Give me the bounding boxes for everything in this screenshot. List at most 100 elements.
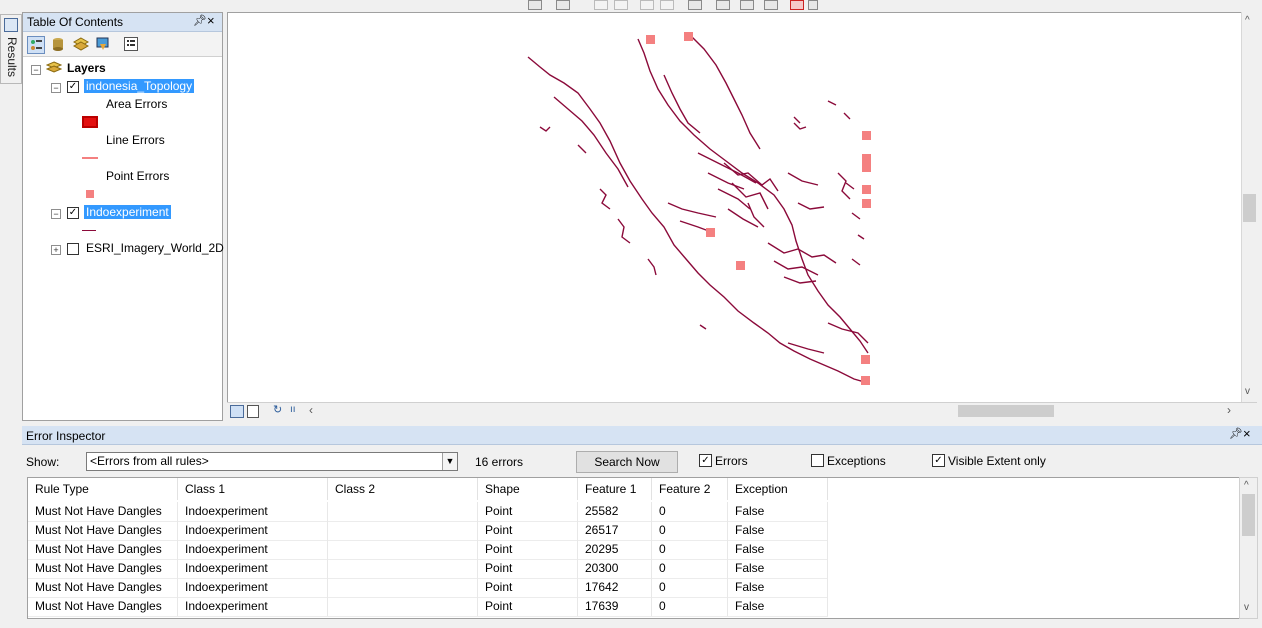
list-by-source-icon[interactable]: [50, 36, 66, 52]
layout-view-icon[interactable]: [247, 405, 259, 418]
close-icon[interactable]: ×: [1243, 426, 1251, 441]
fix-topology-error-icon[interactable]: [764, 0, 778, 10]
column-header[interactable]: Class 2: [328, 478, 478, 500]
table-scroll-thumb[interactable]: [1242, 494, 1255, 536]
class2-cell: [328, 578, 478, 597]
layer-name-indoexperiment[interactable]: Indoexperiment: [84, 205, 171, 219]
rule-type-cell: Must Not Have Dangles: [28, 502, 178, 521]
layers-collapse-toggle[interactable]: −: [31, 65, 41, 75]
map-vertical-scrollbar[interactable]: ^ v: [1241, 12, 1258, 402]
exception-cell: False: [728, 540, 828, 559]
scroll-up-icon[interactable]: ^: [1245, 15, 1250, 26]
chevron-down-icon[interactable]: ▼: [442, 453, 457, 470]
scroll-left-icon[interactable]: ‹: [309, 403, 313, 417]
layer-visibility-checkbox[interactable]: [67, 243, 79, 255]
exceptions-checkbox-label: Exceptions: [827, 454, 886, 468]
error-inspector-title-bar: Error Inspector 📌︎ ×: [22, 426, 1262, 445]
map-bottom-bar: ↻ ıı ‹ ›: [227, 402, 1257, 419]
table-vertical-scrollbar[interactable]: ^ v: [1239, 477, 1258, 619]
pause-drawing-icon[interactable]: ıı: [290, 404, 296, 415]
horizontal-scroll-thumb[interactable]: [958, 405, 1054, 417]
feature2-cell: 0: [652, 540, 728, 559]
error-inspector-icon[interactable]: [790, 0, 804, 10]
visible-extent-checkbox[interactable]: ✓: [932, 454, 945, 467]
feature2-cell: 0: [652, 502, 728, 521]
map-view[interactable]: [227, 12, 1243, 404]
data-view-icon[interactable]: [230, 405, 244, 418]
feature2-cell: 0: [652, 521, 728, 540]
map-canvas[interactable]: [228, 13, 1242, 403]
line-feature-swatch: [82, 230, 96, 231]
shape-cell: Point: [478, 597, 578, 616]
table-row[interactable]: Must Not Have Dangles Indoexperiment Poi…: [28, 597, 828, 617]
layers-root-label[interactable]: Layers: [67, 61, 106, 75]
planarize-icon[interactable]: [660, 0, 674, 10]
vertical-scroll-thumb[interactable]: [1243, 194, 1256, 222]
construct-features-icon[interactable]: [640, 0, 654, 10]
column-header[interactable]: Feature 1: [578, 478, 652, 500]
column-header[interactable]: Class 1: [178, 478, 328, 500]
show-label: Show:: [26, 455, 60, 469]
exception-cell: False: [728, 521, 828, 540]
feature1-cell: 26517: [578, 521, 652, 540]
pin-icon[interactable]: 📌︎: [1229, 427, 1243, 440]
toolbar-overflow-icon[interactable]: [808, 0, 818, 10]
feature1-cell: 17639: [578, 597, 652, 616]
list-by-visibility-icon[interactable]: [72, 36, 90, 52]
layer-name-imagery[interactable]: ESRI_Imagery_World_2D: [86, 241, 224, 255]
rule-type-cell: Must Not Have Dangles: [28, 521, 178, 540]
rule-filter-value: <Errors from all rules>: [90, 454, 209, 468]
top-toolbar: [0, 0, 1262, 10]
table-row[interactable]: Must Not Have Dangles Indoexperiment Poi…: [28, 578, 828, 598]
topology-edit-icon[interactable]: [594, 0, 608, 10]
search-now-button[interactable]: Search Now: [576, 451, 678, 473]
visible-extent-checkbox-label: Visible Extent only: [948, 454, 1046, 468]
list-by-drawing-order-icon[interactable]: [27, 36, 45, 54]
column-header[interactable]: Shape: [478, 478, 578, 500]
select-elements-icon[interactable]: [528, 0, 542, 10]
refresh-icon[interactable]: ↻: [273, 403, 282, 416]
layer-collapse-toggle[interactable]: −: [51, 209, 61, 219]
toc-title: Table Of Contents: [27, 15, 124, 29]
errors-checkbox[interactable]: ✓: [699, 454, 712, 467]
class1-cell: Indoexperiment: [178, 521, 328, 540]
legend-label-point-errors: Point Errors: [106, 169, 170, 183]
close-icon[interactable]: ×: [207, 13, 215, 28]
layer-name-topology[interactable]: indonesia_Topology: [84, 79, 195, 93]
table-row[interactable]: Must Not Have Dangles Indoexperiment Poi…: [28, 559, 828, 579]
layer-visibility-checkbox[interactable]: ✓: [67, 81, 79, 93]
class2-cell: [328, 540, 478, 559]
table-row[interactable]: Must Not Have Dangles Indoexperiment Poi…: [28, 502, 828, 522]
column-header[interactable]: Rule Type: [28, 478, 178, 500]
list-by-selection-icon[interactable]: [95, 36, 111, 52]
scroll-down-icon[interactable]: v: [1244, 602, 1249, 613]
scroll-down-icon[interactable]: v: [1245, 386, 1250, 397]
exception-cell: False: [728, 578, 828, 597]
table-row[interactable]: Must Not Have Dangles Indoexperiment Poi…: [28, 540, 828, 560]
layer-visibility-checkbox[interactable]: ✓: [67, 207, 79, 219]
area-error-swatch: [82, 116, 98, 128]
map-topology-icon[interactable]: [688, 0, 702, 10]
exceptions-checkbox[interactable]: [811, 454, 824, 467]
validate-topology-icon[interactable]: [740, 0, 754, 10]
layer-expand-toggle[interactable]: +: [51, 245, 61, 255]
column-header[interactable]: Feature 2: [652, 478, 728, 500]
feature2-cell: 0: [652, 597, 728, 616]
results-side-tab[interactable]: Results: [0, 14, 22, 84]
scroll-up-icon[interactable]: ^: [1244, 480, 1249, 491]
rule-filter-dropdown[interactable]: <Errors from all rules> ▼: [86, 452, 458, 471]
rule-type-cell: Must Not Have Dangles: [28, 578, 178, 597]
shape-cell: Point: [478, 559, 578, 578]
shared-features-icon[interactable]: [614, 0, 628, 10]
layer-collapse-toggle[interactable]: −: [51, 83, 61, 93]
error-inspector-title: Error Inspector: [26, 429, 106, 443]
validate-extent-icon[interactable]: [716, 0, 730, 10]
column-header[interactable]: Exception: [728, 478, 828, 500]
scroll-right-icon[interactable]: ›: [1227, 403, 1231, 417]
errors-checkbox-label: Errors: [715, 454, 748, 468]
options-icon[interactable]: [123, 36, 139, 52]
layers-icon: [45, 61, 63, 75]
table-row[interactable]: Must Not Have Dangles Indoexperiment Poi…: [28, 521, 828, 541]
identify-icon[interactable]: [556, 0, 570, 10]
pin-icon[interactable]: 📌︎: [193, 14, 207, 27]
